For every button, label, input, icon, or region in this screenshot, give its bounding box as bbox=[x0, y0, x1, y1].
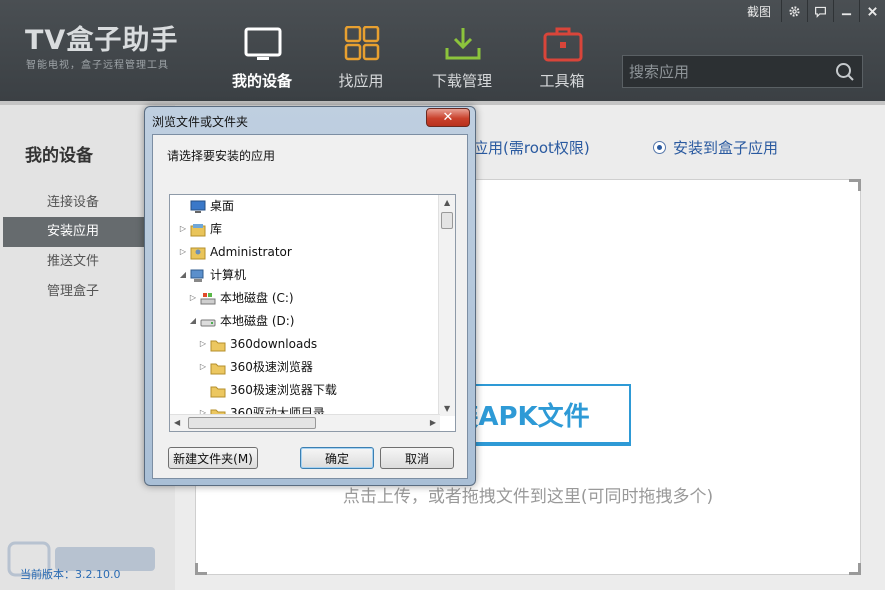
tree-item-label: 库 bbox=[210, 222, 223, 236]
version-label: 当前版本：3.2.10.0 bbox=[20, 568, 121, 581]
desktop-icon bbox=[190, 199, 206, 213]
expand-arrow-icon[interactable]: ▷ bbox=[178, 241, 188, 263]
settings-gear-icon[interactable] bbox=[781, 0, 807, 22]
scroll-up-icon[interactable]: ▲ bbox=[444, 198, 450, 207]
tree-item-label: 360极速浏览器 bbox=[230, 360, 313, 374]
scroll-thumb[interactable] bbox=[441, 212, 453, 229]
folder-icon bbox=[210, 383, 226, 398]
app-title: TV盒子助手 bbox=[25, 25, 179, 56]
expand-arrow-icon[interactable]: ▷ bbox=[198, 333, 208, 355]
tree-item[interactable]: ◢ 本地磁盘 (D:) bbox=[188, 310, 295, 332]
expand-arrow-icon[interactable]: ▷ bbox=[198, 356, 208, 378]
radio-dot-icon bbox=[653, 141, 666, 154]
search-icon[interactable] bbox=[828, 56, 862, 87]
user-folder-icon bbox=[190, 245, 206, 260]
expand-arrow-icon[interactable]: ◢ bbox=[188, 310, 198, 332]
system-drive-icon bbox=[200, 291, 216, 305]
download-icon bbox=[445, 28, 481, 60]
expand-arrow-icon[interactable]: ▷ bbox=[178, 218, 188, 240]
minimize-icon[interactable] bbox=[833, 0, 859, 22]
nav-label: 下载管理 bbox=[431, 72, 492, 90]
drive-icon bbox=[200, 314, 216, 328]
expand-arrow-icon[interactable]: ▷ bbox=[188, 287, 198, 309]
tree-horizontal-scrollbar[interactable]: ◀ ▶ bbox=[170, 414, 440, 431]
tree-item-label: 计算机 bbox=[210, 268, 247, 282]
tree-item[interactable]: 360极速浏览器下载 bbox=[198, 379, 337, 401]
library-icon bbox=[190, 222, 206, 237]
corner-mark bbox=[195, 563, 207, 575]
cancel-button[interactable]: 取消 bbox=[380, 447, 454, 469]
tree-item-label: 360downloads bbox=[230, 337, 318, 351]
corner-mark bbox=[849, 563, 861, 575]
nav-label: 工具箱 bbox=[539, 72, 585, 90]
scroll-right-icon[interactable]: ▶ bbox=[430, 418, 436, 427]
tree-item[interactable]: ▷ 360downloads bbox=[198, 333, 317, 355]
dialog-prompt: 请选择要安装的应用 bbox=[167, 149, 276, 163]
computer-icon bbox=[190, 268, 206, 282]
tree-item[interactable]: ▷ 库 bbox=[178, 218, 222, 240]
close-icon[interactable] bbox=[859, 0, 885, 22]
tree-item[interactable]: ▷ 360极速浏览器 bbox=[198, 356, 313, 378]
nav-label: 找应用 bbox=[338, 72, 384, 90]
app-subtitle: 智能电视，盒子远程管理工具 bbox=[26, 60, 169, 71]
scroll-left-icon[interactable]: ◀ bbox=[174, 418, 180, 427]
tree-item[interactable]: 桌面 bbox=[178, 195, 234, 217]
tree-item[interactable]: ▷ Administrator bbox=[178, 241, 292, 263]
search-input[interactable] bbox=[623, 56, 828, 87]
dialog-close-button[interactable]: ✕ bbox=[426, 108, 470, 127]
grid-icon bbox=[344, 26, 380, 61]
corner-mark bbox=[849, 179, 861, 191]
nav-label: 我的设备 bbox=[231, 72, 292, 90]
feedback-chat-icon[interactable] bbox=[807, 0, 833, 22]
nav-find-apps[interactable]: 找应用 bbox=[311, 22, 411, 101]
radio-system-app[interactable]: 应用(需root权限) bbox=[473, 137, 590, 158]
screenshot-button[interactable]: 截图 bbox=[737, 3, 781, 20]
toolbox-icon bbox=[543, 27, 583, 62]
tree-item[interactable]: ◢ 计算机 bbox=[178, 264, 246, 286]
sidebar-title: 我的设备 bbox=[25, 146, 93, 166]
radio-box-app-label: 安装到盒子应用 bbox=[673, 139, 779, 157]
tree-item-label: 本地磁盘 (C:) bbox=[220, 291, 294, 305]
dialog-body: 请选择要安装的应用 桌面 ▷ 库 ▷ Administrator ◢ 计算机 ▷ 本地磁盘 (C… bbox=[152, 134, 468, 479]
browse-folder-dialog: 浏览文件或文件夹 ✕ 请选择要安装的应用 桌面 ▷ 库 ▷ Administrator ◢… bbox=[144, 106, 476, 486]
nav-download-manager[interactable]: 下载管理 bbox=[412, 22, 512, 101]
new-folder-button[interactable]: 新建文件夹(M) bbox=[168, 447, 258, 469]
tree-item-label: 本地磁盘 (D:) bbox=[220, 314, 295, 328]
search-box bbox=[622, 55, 863, 88]
scroll-thumb[interactable] bbox=[188, 417, 316, 429]
tree-item-label: 桌面 bbox=[210, 199, 235, 213]
scroll-down-icon[interactable]: ▼ bbox=[444, 404, 450, 413]
tree-item[interactable]: ▷ 本地磁盘 (C:) bbox=[188, 287, 294, 309]
folder-icon bbox=[210, 337, 226, 352]
ok-button[interactable]: 确定 bbox=[300, 447, 374, 469]
nav-my-device[interactable]: 我的设备 bbox=[212, 22, 312, 101]
top-bar: TV盒子助手 智能电视，盒子远程管理工具 截图 我的设备 找应用 下载管理 工具… bbox=[0, 0, 885, 101]
tree-item-label: 360极速浏览器下载 bbox=[230, 383, 337, 397]
tree-vertical-scrollbar[interactable]: ▲ ▼ bbox=[438, 195, 455, 416]
tv-icon bbox=[244, 27, 282, 60]
folder-tree[interactable]: 桌面 ▷ 库 ▷ Administrator ◢ 计算机 ▷ 本地磁盘 (C:) ◢ 本地磁盘 (D… bbox=[169, 194, 456, 432]
radio-system-app-label: 应用(需root权限) bbox=[473, 139, 590, 157]
folder-icon bbox=[210, 360, 226, 375]
system-buttons: 截图 bbox=[737, 0, 885, 22]
dialog-title: 浏览文件或文件夹 bbox=[152, 115, 249, 129]
expand-arrow-icon[interactable]: ◢ bbox=[178, 264, 188, 286]
tree-item-label: Administrator bbox=[210, 245, 292, 259]
nav-toolbox[interactable]: 工具箱 bbox=[512, 22, 612, 101]
radio-box-app[interactable]: 安装到盒子应用 bbox=[653, 137, 778, 158]
